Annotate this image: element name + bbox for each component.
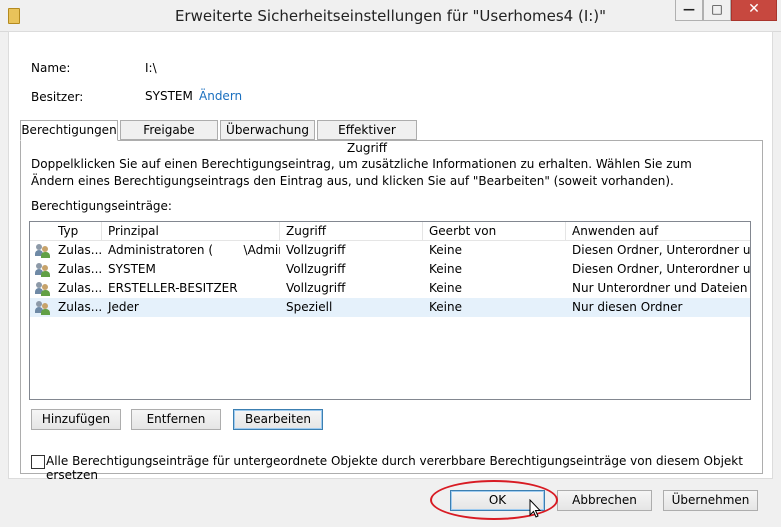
cell-zugriff: Speziell (286, 300, 333, 314)
users-icon (35, 281, 51, 296)
description-text: Doppelklicken Sie auf einen Berechtigung… (31, 157, 692, 188)
cell-anwenden-auf: Diesen Ordner, Unterordner un... (572, 262, 750, 276)
cell-typ: Zulas... (58, 262, 102, 276)
column-typ[interactable]: Typ (52, 222, 102, 240)
table-row[interactable]: Zulas... ERSTELLER-BESITZER Vollzugriff … (30, 279, 750, 298)
column-zugriff[interactable]: Zugriff (280, 222, 423, 240)
cell-geerbt-von: Keine (429, 243, 462, 257)
remove-button[interactable]: Entfernen (131, 409, 221, 430)
name-label: Name: (31, 61, 71, 75)
cell-typ: Zulas... (58, 243, 102, 257)
cell-prinzipal: SYSTEM (108, 262, 156, 276)
permission-entries-list[interactable]: Typ Prinzipal Zugriff Geerbt von Anwende… (29, 221, 751, 400)
column-anwenden-auf[interactable]: Anwenden auf (566, 222, 750, 240)
cell-geerbt-von: Keine (429, 281, 462, 295)
entries-label: Berechtigungseinträge: (31, 199, 172, 213)
column-prinzipal[interactable]: Prinzipal (102, 222, 280, 240)
users-icon (35, 243, 51, 258)
table-row[interactable]: Zulas... Administratoren ( \Admin... Vol… (30, 241, 750, 260)
tab-berechtigungen[interactable]: Berechtigungen (20, 120, 118, 141)
replace-checkbox-label[interactable]: Alle Berechtigungseinträge für untergeor… (46, 454, 781, 482)
edit-button[interactable]: Bearbeiten (233, 409, 323, 430)
cell-geerbt-von: Keine (429, 262, 462, 276)
cell-prinzipal: Jeder (108, 300, 139, 314)
cancel-button[interactable]: Abbrechen (557, 490, 652, 511)
add-button[interactable]: Hinzufügen (31, 409, 121, 430)
maximize-button[interactable]: □ (703, 0, 731, 21)
cell-zugriff: Vollzugriff (286, 281, 346, 295)
users-icon (35, 262, 51, 277)
minimize-button[interactable]: — (675, 0, 703, 21)
tab-freigabe[interactable]: Freigabe (120, 120, 218, 140)
cell-prinzipal: Administratoren ( \Admin... (108, 243, 280, 257)
cell-typ: Zulas... (58, 300, 102, 314)
apply-button[interactable]: Übernehmen (663, 490, 758, 511)
change-owner-link[interactable]: Ändern (199, 89, 242, 103)
name-value: I:\ (145, 61, 157, 75)
cell-geerbt-von: Keine (429, 300, 462, 314)
cell-anwenden-auf: Nur diesen Ordner (572, 300, 683, 314)
owner-value: SYSTEM (145, 89, 193, 103)
cell-zugriff: Vollzugriff (286, 243, 346, 257)
cell-zugriff: Vollzugriff (286, 262, 346, 276)
close-button[interactable]: ✕ (731, 0, 777, 21)
mouse-cursor-icon (529, 499, 541, 518)
list-header: Typ Prinzipal Zugriff Geerbt von Anwende… (30, 222, 750, 241)
table-row[interactable]: Zulas... SYSTEM Vollzugriff Keine Diesen… (30, 260, 750, 279)
users-icon (35, 300, 51, 315)
tab-ueberwachung[interactable]: Überwachung (220, 120, 315, 140)
cell-anwenden-auf: Nur Unterordner und Dateien (572, 281, 748, 295)
cell-typ: Zulas... (58, 281, 102, 295)
title-bar: Erweiterte Sicherheitseinstellungen für … (0, 0, 781, 32)
owner-label: Besitzer: (31, 90, 84, 104)
cell-prinzipal: ERSTELLER-BESITZER (108, 281, 238, 295)
window-title: Erweiterte Sicherheitseinstellungen für … (174, 7, 607, 25)
cell-anwenden-auf: Diesen Ordner, Unterordner un... (572, 243, 750, 257)
tab-effektiver-zugriff[interactable]: Effektiver Zugriff (317, 120, 417, 155)
replace-checkbox[interactable] (31, 455, 45, 469)
column-geerbt-von[interactable]: Geerbt von (423, 222, 566, 240)
table-row-selected[interactable]: Zulas... Jeder Speziell Keine Nur diesen… (30, 298, 750, 317)
